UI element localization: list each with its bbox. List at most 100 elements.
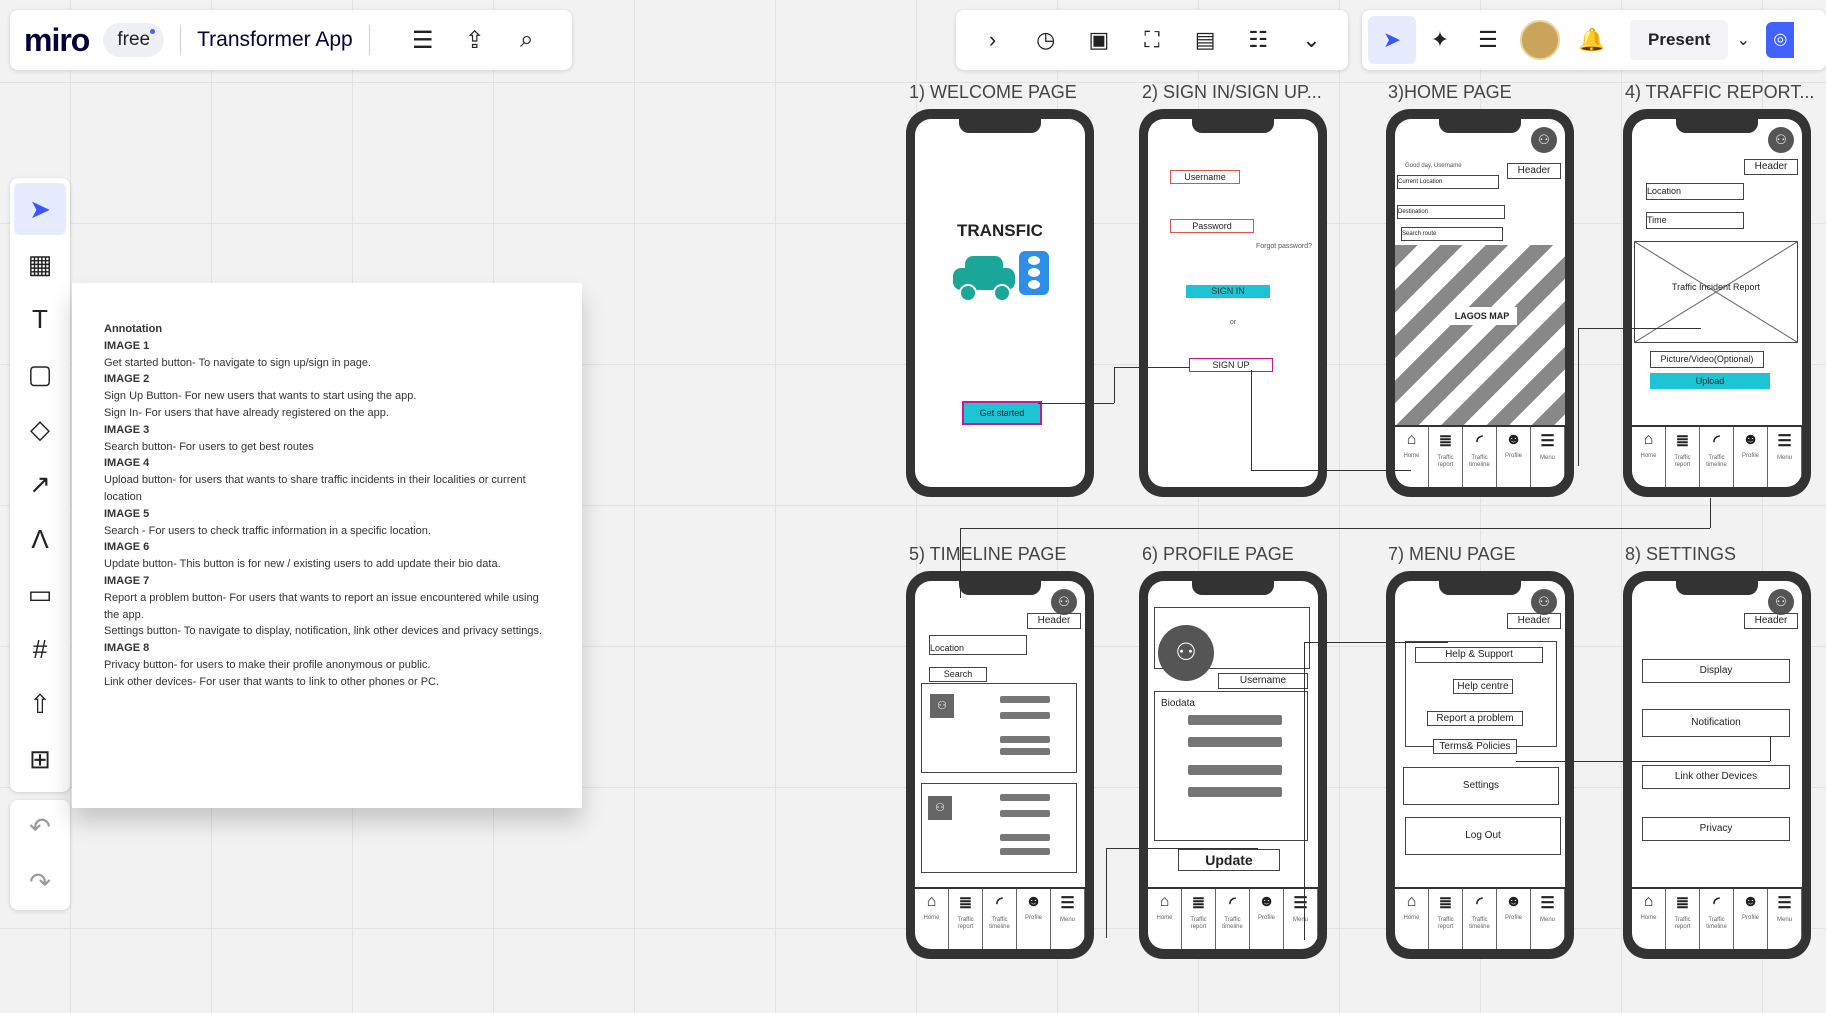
flow-connector[interactable] (1710, 498, 1711, 528)
nav-traffic[interactable]: ≣ Traffic report (1666, 427, 1700, 487)
reactions-icon[interactable]: ✦ (1416, 27, 1464, 53)
help-support-item[interactable]: Help & Support (1415, 647, 1543, 663)
frame-label-menu[interactable]: 7) MENU PAGE (1388, 544, 1516, 565)
nav-timeline[interactable]: ◜ Traffic timeline (1463, 889, 1497, 949)
sign-in-button[interactable]: SIGN IN (1186, 285, 1270, 298)
username-field[interactable]: Username (1170, 170, 1240, 184)
profile-avatar-icon[interactable]: ⚇ (1158, 625, 1214, 681)
location-field[interactable]: Location (1646, 183, 1744, 200)
location-field[interactable]: Location (929, 635, 1027, 655)
nav-traffic[interactable]: ≣ Traffic report (1182, 889, 1216, 949)
nav-traffic[interactable]: ≣ Traffic report (949, 889, 983, 949)
hamburger-icon[interactable]: ☰ (408, 26, 438, 55)
phone-home[interactable]: ⚇ Header Good day, Username Current Loca… (1386, 109, 1574, 497)
notes-icon[interactable]: ☷ (1234, 27, 1282, 53)
time-field[interactable]: Time (1646, 212, 1744, 229)
settings-item[interactable]: Settings (1403, 767, 1559, 805)
nav-profile[interactable]: ☻ Profile (1734, 889, 1768, 949)
redo-icon[interactable]: ↷ (29, 867, 51, 898)
flow-connector[interactable] (960, 528, 1710, 529)
more-apps-icon[interactable]: ⊞ (14, 733, 66, 785)
nav-menu[interactable]: ☰ Menu (1768, 427, 1802, 487)
current-location-field[interactable]: Current Location (1397, 175, 1499, 189)
nav-home[interactable]: ⌂ Home (1395, 427, 1429, 487)
link-devices-item[interactable]: Link other Devices (1642, 765, 1790, 789)
annotation-note[interactable]: Annotation IMAGE 1 Get started button- To … (72, 283, 582, 808)
nav-profile[interactable]: ☻ Profile (1497, 427, 1531, 487)
flow-connector[interactable] (1516, 761, 1770, 762)
password-field[interactable]: Password (1170, 219, 1254, 233)
nav-profile[interactable]: ☻ Profile (1017, 889, 1051, 949)
nav-timeline[interactable]: ◜ Traffic timeline (983, 889, 1017, 949)
phone-traffic-report[interactable]: ⚇ Header Location Time Traffic Incident … (1623, 109, 1811, 497)
forgot-password-link[interactable]: Forgot password? (1256, 243, 1312, 250)
sticky-note-icon[interactable]: ▢ (14, 348, 66, 400)
privacy-item[interactable]: Privacy (1642, 817, 1790, 841)
flow-connector[interactable] (1106, 848, 1107, 938)
upload-icon[interactable]: ⇪ (460, 26, 490, 55)
search-route-button[interactable]: Search route (1401, 227, 1503, 241)
phone-menu[interactable]: ⚇ Header Help & Support Help centre Repo… (1386, 571, 1574, 959)
focus-icon[interactable]: ⛶ (1128, 27, 1176, 53)
nav-profile[interactable]: ☻ Profile (1734, 427, 1768, 487)
phone-timeline[interactable]: ⚇ Header Location Search ⚇ ⚇ ⌂ Home ≣ Traf… (906, 571, 1094, 959)
frame-label-signin[interactable]: 2) SIGN IN/SIGN UP... (1142, 82, 1322, 103)
flow-connector[interactable] (1578, 328, 1579, 466)
nav-timeline[interactable]: ◜ Traffic timeline (1700, 889, 1734, 949)
nav-home[interactable]: ⌂ Home (1632, 427, 1666, 487)
nav-traffic[interactable]: ≣ Traffic report (1429, 889, 1463, 949)
report-problem-item[interactable]: Report a problem (1427, 711, 1523, 726)
connection-line-icon[interactable]: ↗ (14, 458, 66, 510)
get-started-button[interactable]: Get started (962, 401, 1042, 425)
select-tool-icon[interactable]: ➤ (14, 183, 66, 235)
bell-icon[interactable]: 🔔 (1568, 27, 1616, 53)
phone-settings[interactable]: ⚇ Header Display Notification Link other… (1623, 571, 1811, 959)
cursor-select-icon[interactable]: ➤ (1368, 16, 1416, 64)
frame-label-profile[interactable]: 6) PROFILE PAGE (1142, 544, 1294, 565)
comments-icon[interactable]: ☰ (1464, 27, 1512, 53)
count-icon[interactable]: ▤ (1181, 27, 1229, 53)
flow-connector[interactable] (1251, 470, 1411, 471)
flow-connector[interactable] (1038, 403, 1114, 404)
flow-connector[interactable] (1578, 328, 1701, 329)
upload-tool-icon[interactable]: ⇧ (14, 678, 66, 730)
search-button[interactable]: Search (929, 667, 987, 682)
destination-field[interactable]: Destination (1397, 205, 1505, 219)
phone-welcome[interactable]: TRANSFIC Get started (906, 109, 1094, 497)
flow-connector[interactable] (1251, 370, 1252, 470)
flow-connector[interactable] (1304, 642, 1448, 643)
frame-label-settings[interactable]: 8) SETTINGS (1625, 544, 1736, 565)
flow-connector[interactable] (1114, 367, 1115, 403)
upload-button[interactable]: Upload (1650, 373, 1770, 389)
nav-timeline[interactable]: ◜ Traffic timeline (1463, 427, 1497, 487)
nav-profile[interactable]: ☻ Profile (1250, 889, 1284, 949)
shapes-icon[interactable]: ◇ (14, 403, 66, 455)
nav-home[interactable]: ⌂ Home (1395, 889, 1429, 949)
nav-menu[interactable]: ☰ Menu (1284, 889, 1318, 949)
phone-profile[interactable]: ⚇ Username Biodata Update ⌂ Home ≣ Traffic… (1139, 571, 1327, 959)
text-tool-icon[interactable]: T (14, 293, 66, 345)
pen-icon[interactable]: Λ (14, 513, 66, 565)
frame-label-welcome[interactable]: 1) WELCOME PAGE (909, 82, 1077, 103)
flow-connector[interactable] (1106, 848, 1258, 849)
chevron-down-double-icon[interactable]: ⌄ (1287, 27, 1335, 53)
nav-traffic[interactable]: ≣ Traffic report (1666, 889, 1700, 949)
log-out-item[interactable]: Log Out (1405, 817, 1561, 855)
plan-badge[interactable]: free (103, 23, 165, 57)
templates-icon[interactable]: ▦ (14, 238, 66, 290)
nav-menu[interactable]: ☰ Menu (1531, 427, 1565, 487)
board-title[interactable]: Transformer App (197, 28, 353, 52)
miro-logo[interactable]: miro (24, 22, 90, 59)
share-globe-icon[interactable]: ◎ (1766, 22, 1795, 58)
media-upload-field[interactable]: Picture/Video(Optional) (1650, 351, 1764, 368)
timeline-card[interactable]: ⚇ (921, 783, 1077, 873)
flow-connector[interactable] (1114, 367, 1190, 368)
nav-home[interactable]: ⌂ Home (915, 889, 949, 949)
nav-home[interactable]: ⌂ Home (1148, 889, 1182, 949)
chevron-right-icon[interactable]: › (969, 27, 1017, 53)
nav-menu[interactable]: ☰ Menu (1051, 889, 1085, 949)
nav-menu[interactable]: ☰ Menu (1531, 889, 1565, 949)
flow-connector[interactable] (1304, 642, 1305, 940)
nav-profile[interactable]: ☻ Profile (1497, 889, 1531, 949)
flow-connector[interactable] (1770, 736, 1771, 761)
